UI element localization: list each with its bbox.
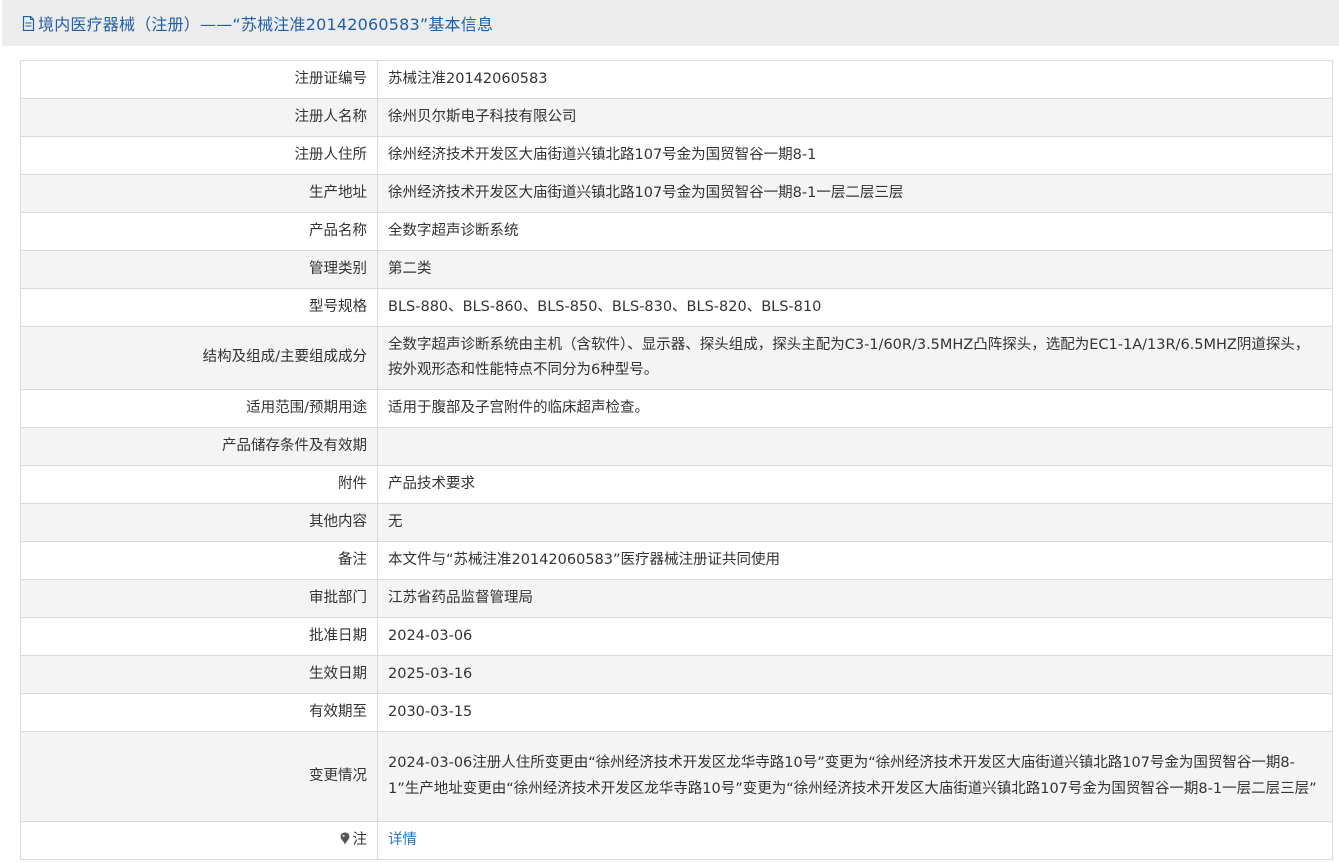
info-table: 注册证编号 苏械注准20142060583 注册人名称 徐州贝尔斯电子科技有限公司 注册… <box>20 60 1333 860</box>
row-label: 附件 <box>20 465 378 504</box>
table-row: 注册人名称 徐州贝尔斯电子科技有限公司 <box>20 98 1333 137</box>
table-row: 有效期至 2030-03-15 <box>20 693 1333 732</box>
table-row: 审批部门 江苏省药品监督管理局 <box>20 579 1333 618</box>
row-value: 适用于腹部及子宫附件的临床超声检查。 <box>377 389 1333 428</box>
table-row: 备注 本文件与“苏械注准20142060583”医疗器械注册证共同使用 <box>20 541 1333 580</box>
row-label: 审批部门 <box>20 579 378 618</box>
row-label: 其他内容 <box>20 503 378 542</box>
row-label: 备注 <box>20 541 378 580</box>
table-row: 注册证编号 苏械注准20142060583 <box>20 60 1333 99</box>
row-value: 2024-03-06 <box>377 617 1333 656</box>
table-row: 注册人住所 徐州经济技术开发区大庙街道兴镇北路107号金为国贸智谷一期8-1 <box>20 136 1333 175</box>
row-value: 全数字超声诊断系统 <box>377 212 1333 251</box>
row-label: 生产地址 <box>20 174 378 213</box>
row-label: 型号规格 <box>20 288 378 327</box>
pin-icon <box>340 832 349 845</box>
table-row: 产品储存条件及有效期 <box>20 427 1333 466</box>
page-title: 境内医疗器械（注册）——“苏械注准20142060583”基本信息 <box>22 11 493 35</box>
row-label: 注册人住所 <box>20 136 378 175</box>
row-label: 有效期至 <box>20 693 378 732</box>
row-value: 徐州经济技术开发区大庙街道兴镇北路107号金为国贸智谷一期8-1一层二层三层 <box>377 174 1333 213</box>
row-value: 江苏省药品监督管理局 <box>377 579 1333 618</box>
row-value: 本文件与“苏械注准20142060583”医疗器械注册证共同使用 <box>377 541 1333 580</box>
table-row: 结构及组成/主要组成成分 全数字超声诊断系统由主机（含软件）、显示器、探头组成，探… <box>20 326 1333 390</box>
row-label: 管理类别 <box>20 250 378 289</box>
row-value: BLS-880、BLS-860、BLS-850、BLS-830、BLS-820、… <box>377 288 1333 327</box>
row-label: 产品储存条件及有效期 <box>20 427 378 466</box>
table-row: 变更情况 2024-03-06注册人住所变更由“徐州经济技术开发区龙华寺路10号”… <box>20 731 1333 822</box>
table-row: 管理类别 第二类 <box>20 250 1333 289</box>
table-row: 生产地址 徐州经济技术开发区大庙街道兴镇北路107号金为国贸智谷一期8-1一层二层… <box>20 174 1333 213</box>
row-value: 2030-03-15 <box>377 693 1333 732</box>
row-label: 产品名称 <box>20 212 378 251</box>
row-label: 变更情况 <box>20 731 378 822</box>
row-value: 苏械注准20142060583 <box>377 60 1333 99</box>
table-row: 其他内容无 <box>20 503 1333 542</box>
row-label: 注册证编号 <box>20 60 378 99</box>
note-label-cell: 注 <box>20 821 378 860</box>
page-header: 境内医疗器械（注册）——“苏械注准20142060583”基本信息 <box>2 0 1339 46</box>
row-label: 批准日期 <box>20 617 378 656</box>
row-value: 徐州经济技术开发区大庙街道兴镇北路107号金为国贸智谷一期8-1 <box>377 136 1333 175</box>
row-label: 注册人名称 <box>20 98 378 137</box>
note-label: 注 <box>352 831 368 848</box>
row-value <box>377 427 1333 466</box>
table-row: 适用范围/预期用途 适用于腹部及子宫附件的临床超声检查。 <box>20 389 1333 428</box>
table-row: 附件 产品技术要求 <box>20 465 1333 504</box>
page-title-text: 境内医疗器械（注册）——“苏械注准20142060583”基本信息 <box>38 15 494 34</box>
row-value: 全数字超声诊断系统由主机（含软件）、显示器、探头组成，探头主配为C3-1/60R… <box>377 326 1333 390</box>
row-label: 生效日期 <box>20 655 378 694</box>
details-link[interactable]: 详情 <box>388 832 417 848</box>
row-value: 徐州贝尔斯电子科技有限公司 <box>377 98 1333 137</box>
table-row: 型号规格 BLS-880、BLS-860、BLS-850、BLS-830、BLS-… <box>20 288 1333 327</box>
row-value: 2024-03-06注册人住所变更由“徐州经济技术开发区龙华寺路10号”变更为“… <box>377 731 1333 822</box>
row-label: 适用范围/预期用途 <box>20 389 378 428</box>
note-value-cell: 详情 <box>377 821 1333 860</box>
document-icon <box>22 15 35 31</box>
row-value: 无 <box>377 503 1333 542</box>
note-row: 注 详情 <box>20 821 1333 860</box>
row-label: 结构及组成/主要组成成分 <box>20 326 378 390</box>
row-value: 产品技术要求 <box>377 465 1333 504</box>
table-row: 生效日期 2025-03-16 <box>20 655 1333 694</box>
row-value: 第二类 <box>377 250 1333 289</box>
table-row: 批准日期 2024-03-06 <box>20 617 1333 656</box>
row-value: 2025-03-16 <box>377 655 1333 694</box>
table-row: 产品名称 全数字超声诊断系统 <box>20 212 1333 251</box>
